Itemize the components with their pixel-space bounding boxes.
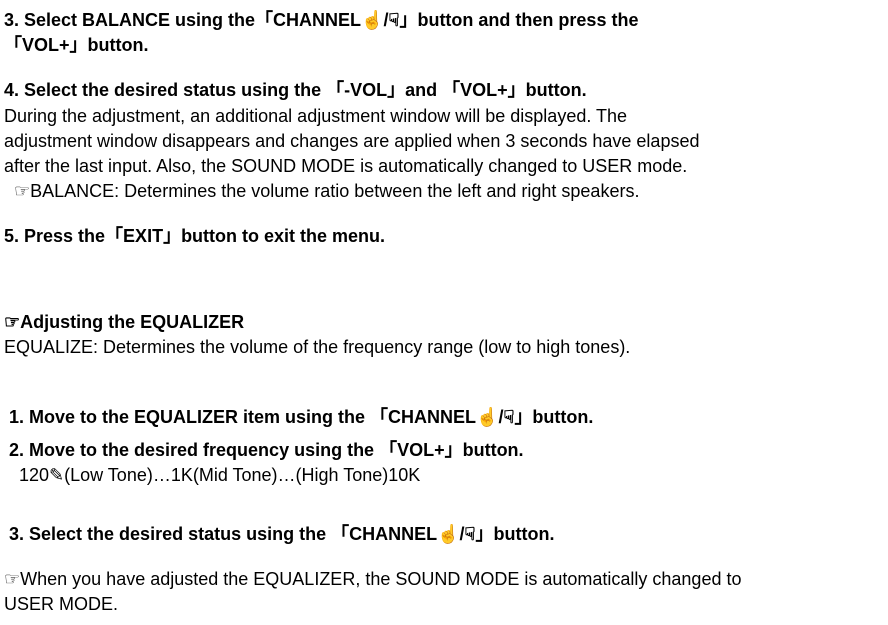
- step-4-note: ☞BALANCE: Determines the volume ratio be…: [4, 179, 884, 204]
- eq-step-2: 2. Move to the desired frequency using t…: [4, 438, 884, 463]
- eq-step-3: 3. Select the desired status using the 「…: [4, 497, 884, 547]
- channel-down-icon: ☟: [503, 407, 514, 427]
- step-4-desc2: adjustment window disappears and changes…: [4, 129, 884, 154]
- step-4-title: 4. Select the desired status using the 「…: [4, 78, 884, 103]
- step-4-desc1: During the adjustment, an additional adj…: [4, 104, 884, 129]
- channel-up-icon: ☝: [437, 524, 459, 544]
- step-3: 3. Select BALANCE using the「CHANNEL☝/☟」b…: [4, 8, 884, 58]
- eq-step-2-note: 120✎(Low Tone)…1K(Mid Tone)…(High Tone)1…: [4, 463, 884, 488]
- step-3-line1: 3. Select BALANCE using the「CHANNEL☝/☟」b…: [4, 8, 884, 33]
- step-3-line2: 「VOL+」button.: [4, 33, 884, 58]
- eq-heading: ☞Adjusting the EQUALIZER: [4, 310, 884, 335]
- channel-up-icon: ☝: [361, 10, 383, 30]
- channel-down-icon: ☟: [465, 524, 476, 544]
- eq-s3-end: 」button.: [476, 524, 555, 544]
- step-5-title: 5. Press the「EXIT」button to exit the men…: [4, 224, 884, 249]
- eq-s3-text: 3. Select the desired status using the 「…: [4, 524, 437, 544]
- step-4-desc3: after the last input. Also, the SOUND MO…: [4, 154, 884, 179]
- equalizer-section: ☞Adjusting the EQUALIZER EQUALIZE: Deter…: [4, 310, 884, 618]
- step-3-text-b: 」button and then press the: [399, 10, 638, 30]
- eq-footer2: USER MODE.: [4, 592, 884, 617]
- channel-up-icon: ☝: [476, 407, 498, 427]
- step-4: 4. Select the desired status using the 「…: [4, 78, 884, 204]
- eq-footer1: ☞When you have adjusted the EQUALIZER, t…: [4, 567, 884, 592]
- eq-s1-end: 」button.: [514, 407, 593, 427]
- eq-step-1: 1. Move to the EQUALIZER item using the …: [4, 380, 884, 430]
- eq-s1-text: 1. Move to the EQUALIZER item using the …: [4, 407, 476, 427]
- channel-down-icon: ☟: [388, 10, 399, 30]
- eq-sub: EQUALIZE: Determines the volume of the f…: [4, 335, 884, 360]
- step-5: 5. Press the「EXIT」button to exit the men…: [4, 224, 884, 249]
- step-3-text-a: 3. Select BALANCE using the「CHANNEL: [4, 10, 361, 30]
